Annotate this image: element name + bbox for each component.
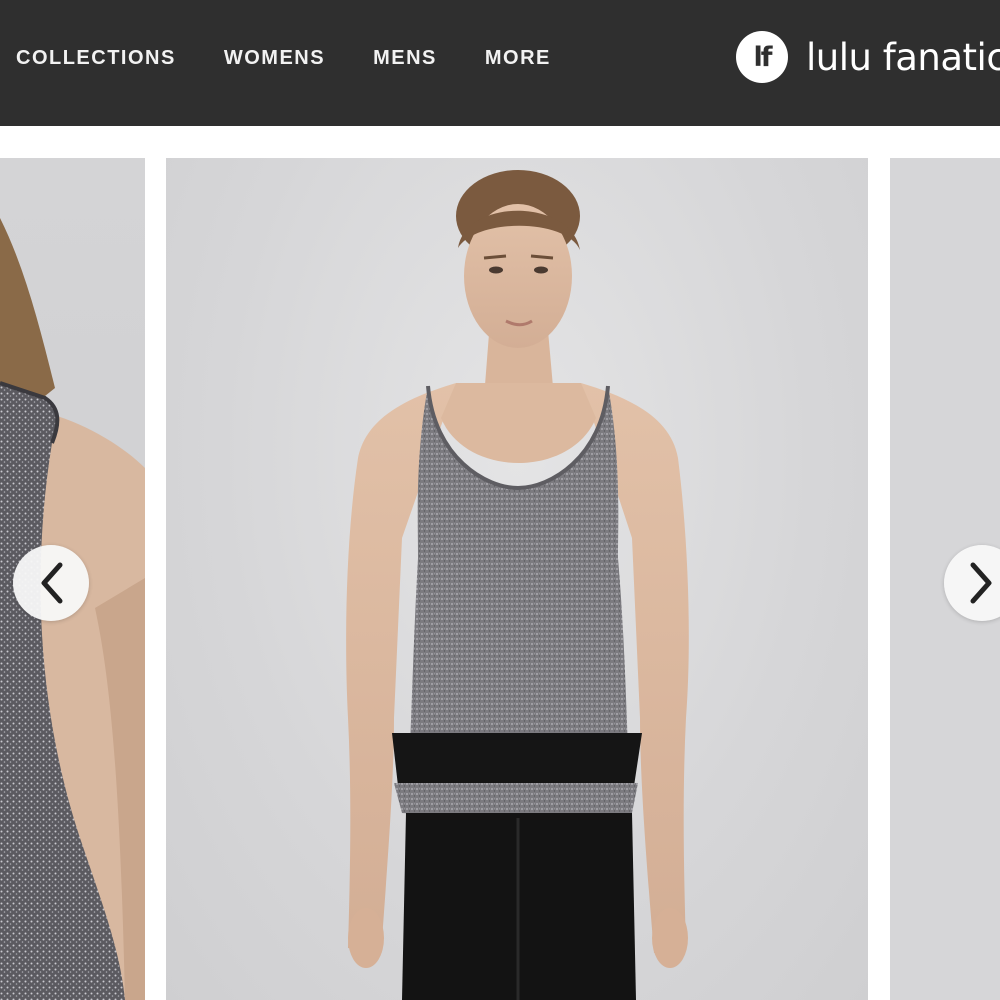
product-image-carousel (0, 158, 1000, 1000)
chevron-left-icon (41, 562, 63, 604)
carousel-prev-button[interactable] (13, 545, 89, 621)
brand-name: lulu fanatics (806, 35, 1000, 79)
product-photo-front-view (346, 170, 689, 1000)
main-nav: COLLECTIONS WOMENS MENS MORE (16, 46, 599, 70)
nav-womens[interactable]: WOMENS (224, 46, 325, 70)
carousel-slide-current[interactable] (166, 158, 868, 1000)
chevron-right-icon (970, 562, 992, 604)
site-header: COLLECTIONS WOMENS MENS MORE lf lulu fan… (0, 0, 1000, 126)
nav-mens[interactable]: MENS (373, 46, 437, 70)
nav-collections[interactable]: COLLECTIONS (16, 46, 176, 70)
nav-more[interactable]: MORE (485, 46, 551, 70)
brand-logo[interactable]: lf lulu fanatics (736, 31, 1000, 83)
brand-badge-icon: lf (736, 31, 788, 83)
